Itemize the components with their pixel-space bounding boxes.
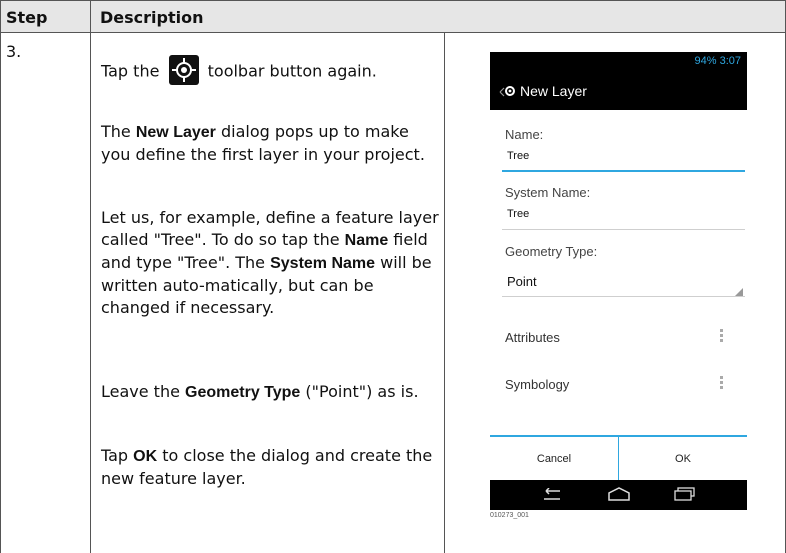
geometry-type-label: Geometry Type: xyxy=(505,244,598,259)
ok-button[interactable]: OK xyxy=(619,437,747,482)
p5-bold: OK xyxy=(133,448,158,465)
attributes-row[interactable]: Attributes xyxy=(505,330,560,345)
figure-caption: 010273_001 xyxy=(490,512,529,519)
recents-icon[interactable] xyxy=(674,487,696,501)
p4-bold: Geometry Type xyxy=(185,384,301,401)
paragraph-3: Let us, for example, define a feature la… xyxy=(101,207,441,319)
symbology-menu-icon[interactable] xyxy=(720,376,723,391)
geometry-type-select[interactable]: Point xyxy=(507,274,537,289)
status-text: 94% 3:07 xyxy=(694,55,741,67)
dialog-title: New Layer xyxy=(520,83,587,99)
column-divider-image xyxy=(444,33,445,553)
paragraph-4: Leave the Geometry Type ("Point") as is. xyxy=(101,381,421,404)
header-description: Description xyxy=(100,8,204,27)
name-label: Name: xyxy=(505,127,544,142)
navigation-bar xyxy=(490,480,747,510)
system-name-underline xyxy=(502,229,745,230)
p4-a: Leave the xyxy=(101,382,186,401)
name-input[interactable]: Tree xyxy=(507,150,529,162)
system-name-input[interactable]: Tree xyxy=(507,208,529,220)
back-icon[interactable] xyxy=(540,488,564,502)
cancel-button[interactable]: Cancel xyxy=(490,437,618,482)
dialog-buttons: Cancel OK xyxy=(490,435,747,482)
system-name-label: System Name: xyxy=(505,185,591,200)
dropdown-corner-icon xyxy=(735,288,743,296)
status-bar: 94% 3:07 xyxy=(490,52,747,74)
p5-a: Tap xyxy=(101,446,134,465)
table-border-left xyxy=(0,0,1,553)
p2-a: The xyxy=(101,122,136,141)
column-divider-step xyxy=(90,0,91,553)
home-icon[interactable] xyxy=(607,486,631,502)
p1-after: toolbar button again. xyxy=(207,61,377,81)
gps-target-icon xyxy=(168,55,199,85)
gear-icon[interactable] xyxy=(498,83,516,105)
geometry-underline xyxy=(502,296,745,297)
p1-before: Tap the xyxy=(101,61,160,81)
header-step: Step xyxy=(6,8,48,27)
paragraph-5: Tap OK to close the dialog and create th… xyxy=(101,445,441,490)
name-underline xyxy=(502,170,745,172)
step-number: 3. xyxy=(6,42,22,61)
p2-bold: New Layer xyxy=(135,124,216,141)
paragraph-1: Tap the toolbar button again. xyxy=(101,55,446,87)
action-bar: New Layer xyxy=(490,74,747,110)
paragraph-2: The New Layer dialog pops up to make you… xyxy=(101,121,431,166)
symbology-row[interactable]: Symbology xyxy=(505,377,569,392)
attributes-menu-icon[interactable] xyxy=(720,329,723,344)
phone-screenshot: 94% 3:07 New Layer Name: Tree System Nam… xyxy=(490,52,747,510)
p3-bold-name: Name xyxy=(344,232,389,249)
p4-b: ("Point") as is. xyxy=(300,382,419,401)
p3-bold-system-name: System Name xyxy=(270,255,376,272)
table-header: Step Description xyxy=(0,0,785,33)
